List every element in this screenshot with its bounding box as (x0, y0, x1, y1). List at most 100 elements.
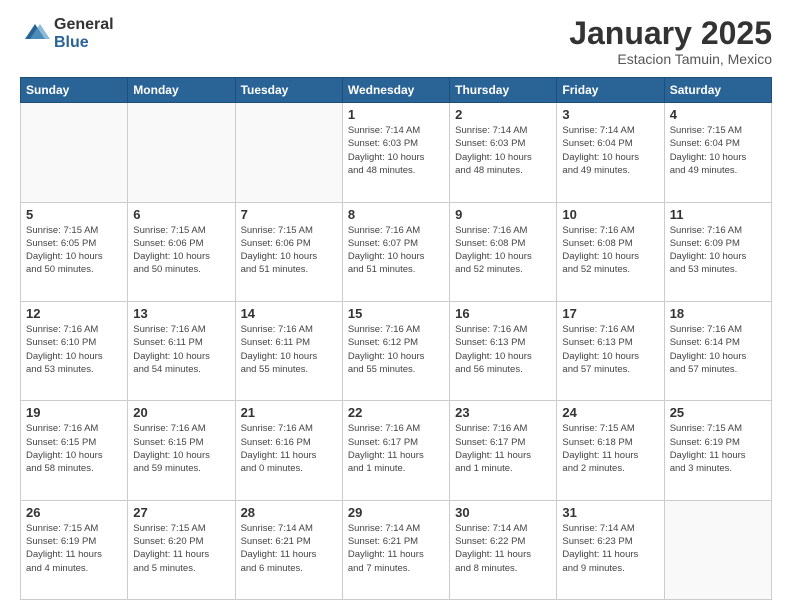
day-number: 14 (241, 306, 337, 321)
day-info: Sunrise: 7:16 AM Sunset: 6:16 PM Dayligh… (241, 422, 337, 475)
col-wednesday: Wednesday (342, 78, 449, 103)
col-saturday: Saturday (664, 78, 771, 103)
day-info: Sunrise: 7:16 AM Sunset: 6:17 PM Dayligh… (348, 422, 444, 475)
table-row: 9Sunrise: 7:16 AM Sunset: 6:08 PM Daylig… (450, 202, 557, 301)
table-row: 8 Sunrise: 7:16 AM Sunset: 6:07 PM Daylig… (342, 202, 449, 301)
table-row: 29Sunrise: 7:14 AM Sunset: 6:21 PM Dayli… (342, 500, 449, 599)
calendar-table: Sunday Monday Tuesday Wednesday Thursday… (20, 77, 772, 600)
table-row: 25 Sunrise: 7:15 AM Sunset: 6:19 PM Dayli… (664, 401, 771, 500)
logo-general-text: General (54, 16, 114, 34)
table-row: 31 Sunrise: 7:14 AM Sunset: 6:23 PM Dayli… (557, 500, 664, 599)
day-info: Sunrise: 7:16 AM Sunset: 6:12 PM Dayligh… (348, 323, 444, 376)
table-row: 5Sunrise: 7:15 AM Sunset: 6:05 PM Daylig… (21, 202, 128, 301)
day-number: 28 (241, 505, 337, 520)
day-info: Sunrise: 7:16 AM Sunset: 6:14 PM Dayligh… (670, 323, 766, 376)
calendar-header-row: Sunday Monday Tuesday Wednesday Thursday… (21, 78, 772, 103)
day-info: Sunrise: 7:16 AM Sunset: 6:15 PM Dayligh… (26, 422, 122, 475)
day-number: 11 (670, 207, 766, 222)
day-info: Sunrise: 7:16 AM Sunset: 6:15 PM Dayligh… (133, 422, 229, 475)
day-number: 6 (133, 207, 229, 222)
logo: General Blue (20, 16, 114, 51)
calendar-week-row: 12Sunrise: 7:16 AM Sunset: 6:10 PM Dayli… (21, 301, 772, 400)
day-info: Sunrise: 7:15 AM Sunset: 6:18 PM Dayligh… (562, 422, 658, 475)
day-info: Sunrise: 7:16 AM Sunset: 6:17 PM Dayligh… (455, 422, 551, 475)
day-info: Sunrise: 7:16 AM Sunset: 6:08 PM Dayligh… (562, 224, 658, 277)
table-row: 11 Sunrise: 7:16 AM Sunset: 6:09 PM Dayli… (664, 202, 771, 301)
table-row (235, 103, 342, 202)
day-number: 29 (348, 505, 444, 520)
logo-icon (20, 19, 50, 49)
day-info: Sunrise: 7:15 AM Sunset: 6:19 PM Dayligh… (26, 522, 122, 575)
day-info: Sunrise: 7:16 AM Sunset: 6:09 PM Dayligh… (670, 224, 766, 277)
day-number: 22 (348, 405, 444, 420)
table-row: 4 Sunrise: 7:15 AM Sunset: 6:04 PM Daylig… (664, 103, 771, 202)
table-row: 27 Sunrise: 7:15 AM Sunset: 6:20 PM Dayli… (128, 500, 235, 599)
day-number: 21 (241, 405, 337, 420)
day-number: 20 (133, 405, 229, 420)
col-sunday: Sunday (21, 78, 128, 103)
col-tuesday: Tuesday (235, 78, 342, 103)
day-number: 17 (562, 306, 658, 321)
day-number: 7 (241, 207, 337, 222)
day-info: Sunrise: 7:16 AM Sunset: 6:13 PM Dayligh… (562, 323, 658, 376)
day-number: 19 (26, 405, 122, 420)
calendar-week-row: 5Sunrise: 7:15 AM Sunset: 6:05 PM Daylig… (21, 202, 772, 301)
table-row: 19 Sunrise: 7:16 AM Sunset: 6:15 PM Dayli… (21, 401, 128, 500)
calendar-week-row: 26Sunrise: 7:15 AM Sunset: 6:19 PM Dayli… (21, 500, 772, 599)
day-info: Sunrise: 7:14 AM Sunset: 6:03 PM Dayligh… (348, 124, 444, 177)
day-number: 23 (455, 405, 551, 420)
day-info: Sunrise: 7:14 AM Sunset: 6:04 PM Dayligh… (562, 124, 658, 177)
day-info: Sunrise: 7:14 AM Sunset: 6:23 PM Dayligh… (562, 522, 658, 575)
table-row: 6 Sunrise: 7:15 AM Sunset: 6:06 PM Daylig… (128, 202, 235, 301)
table-row: 16Sunrise: 7:16 AM Sunset: 6:13 PM Dayli… (450, 301, 557, 400)
month-title: January 2025 (569, 16, 772, 51)
logo-blue-text: Blue (54, 34, 114, 52)
table-row: 14 Sunrise: 7:16 AM Sunset: 6:11 PM Dayli… (235, 301, 342, 400)
day-info: Sunrise: 7:15 AM Sunset: 6:20 PM Dayligh… (133, 522, 229, 575)
title-section: January 2025 Estacion Tamuin, Mexico (569, 16, 772, 67)
day-number: 3 (562, 107, 658, 122)
day-number: 10 (562, 207, 658, 222)
day-number: 15 (348, 306, 444, 321)
table-row: 3 Sunrise: 7:14 AM Sunset: 6:04 PM Daylig… (557, 103, 664, 202)
header: General Blue January 2025 Estacion Tamui… (20, 16, 772, 67)
table-row: 26Sunrise: 7:15 AM Sunset: 6:19 PM Dayli… (21, 500, 128, 599)
day-number: 2 (455, 107, 551, 122)
day-info: Sunrise: 7:16 AM Sunset: 6:11 PM Dayligh… (133, 323, 229, 376)
calendar-week-row: 19 Sunrise: 7:16 AM Sunset: 6:15 PM Dayli… (21, 401, 772, 500)
table-row (21, 103, 128, 202)
day-info: Sunrise: 7:16 AM Sunset: 6:11 PM Dayligh… (241, 323, 337, 376)
day-info: Sunrise: 7:15 AM Sunset: 6:04 PM Dayligh… (670, 124, 766, 177)
col-friday: Friday (557, 78, 664, 103)
day-info: Sunrise: 7:14 AM Sunset: 6:21 PM Dayligh… (241, 522, 337, 575)
table-row: 12Sunrise: 7:16 AM Sunset: 6:10 PM Dayli… (21, 301, 128, 400)
day-info: Sunrise: 7:16 AM Sunset: 6:07 PM Dayligh… (348, 224, 444, 277)
day-number: 25 (670, 405, 766, 420)
day-info: Sunrise: 7:14 AM Sunset: 6:03 PM Dayligh… (455, 124, 551, 177)
day-info: Sunrise: 7:14 AM Sunset: 6:22 PM Dayligh… (455, 522, 551, 575)
day-info: Sunrise: 7:15 AM Sunset: 6:06 PM Dayligh… (133, 224, 229, 277)
col-thursday: Thursday (450, 78, 557, 103)
day-info: Sunrise: 7:16 AM Sunset: 6:10 PM Dayligh… (26, 323, 122, 376)
day-number: 8 (348, 207, 444, 222)
day-number: 31 (562, 505, 658, 520)
table-row: 21 Sunrise: 7:16 AM Sunset: 6:16 PM Dayli… (235, 401, 342, 500)
table-row: 15 Sunrise: 7:16 AM Sunset: 6:12 PM Dayli… (342, 301, 449, 400)
day-info: Sunrise: 7:16 AM Sunset: 6:08 PM Dayligh… (455, 224, 551, 277)
day-info: Sunrise: 7:15 AM Sunset: 6:06 PM Dayligh… (241, 224, 337, 277)
day-number: 24 (562, 405, 658, 420)
table-row: 24 Sunrise: 7:15 AM Sunset: 6:18 PM Dayli… (557, 401, 664, 500)
day-info: Sunrise: 7:15 AM Sunset: 6:19 PM Dayligh… (670, 422, 766, 475)
col-monday: Monday (128, 78, 235, 103)
table-row: 1 Sunrise: 7:14 AM Sunset: 6:03 PM Daylig… (342, 103, 449, 202)
day-number: 16 (455, 306, 551, 321)
day-number: 27 (133, 505, 229, 520)
day-number: 4 (670, 107, 766, 122)
day-number: 1 (348, 107, 444, 122)
table-row: 30 Sunrise: 7:14 AM Sunset: 6:22 PM Dayli… (450, 500, 557, 599)
table-row: 2 Sunrise: 7:14 AM Sunset: 6:03 PM Daylig… (450, 103, 557, 202)
calendar-week-row: 1 Sunrise: 7:14 AM Sunset: 6:03 PM Daylig… (21, 103, 772, 202)
table-row: 22 Sunrise: 7:16 AM Sunset: 6:17 PM Dayli… (342, 401, 449, 500)
day-number: 30 (455, 505, 551, 520)
table-row (128, 103, 235, 202)
